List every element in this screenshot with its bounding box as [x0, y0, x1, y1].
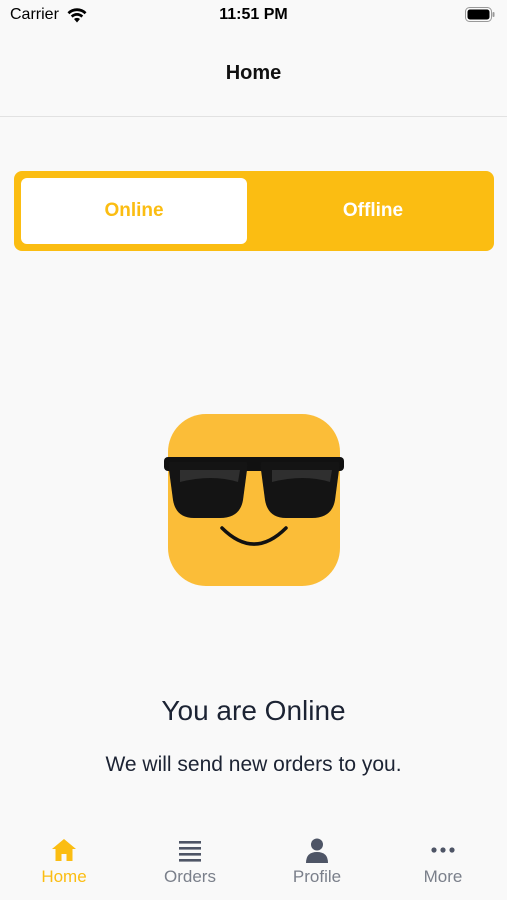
tab-more[interactable]: More [380, 836, 506, 894]
status-bar: Carrier 11:51 PM [0, 0, 507, 32]
tab-more-label: More [423, 867, 463, 886]
tab-bar: Home Orders Profile More [0, 830, 507, 900]
person-icon [306, 838, 328, 863]
tab-home[interactable]: Home [1, 836, 127, 894]
tab-orders-label: Orders [164, 867, 216, 886]
page-title: Home [225, 62, 282, 84]
tab-profile[interactable]: Profile [254, 836, 380, 894]
offline-button[interactable]: Offline [260, 178, 486, 244]
navigation-bar: Home [0, 32, 507, 117]
status-title: You are Online [161, 695, 346, 726]
list-icon [179, 841, 201, 862]
online-offline-toggle[interactable]: Online Offline [14, 171, 494, 251]
status-time: 11:51 PM [219, 6, 288, 23]
battery-icon [465, 7, 495, 22]
status-subtitle: We will send new orders to you. [105, 753, 402, 776]
online-button[interactable]: Online [21, 178, 247, 244]
tab-home-label: Home [41, 867, 87, 886]
more-dots-icon [431, 847, 455, 853]
tab-orders[interactable]: Orders [127, 836, 253, 894]
home-icon [52, 839, 76, 861]
cool-sunglasses-emoji [162, 410, 346, 590]
tab-profile-label: Profile [292, 867, 342, 886]
